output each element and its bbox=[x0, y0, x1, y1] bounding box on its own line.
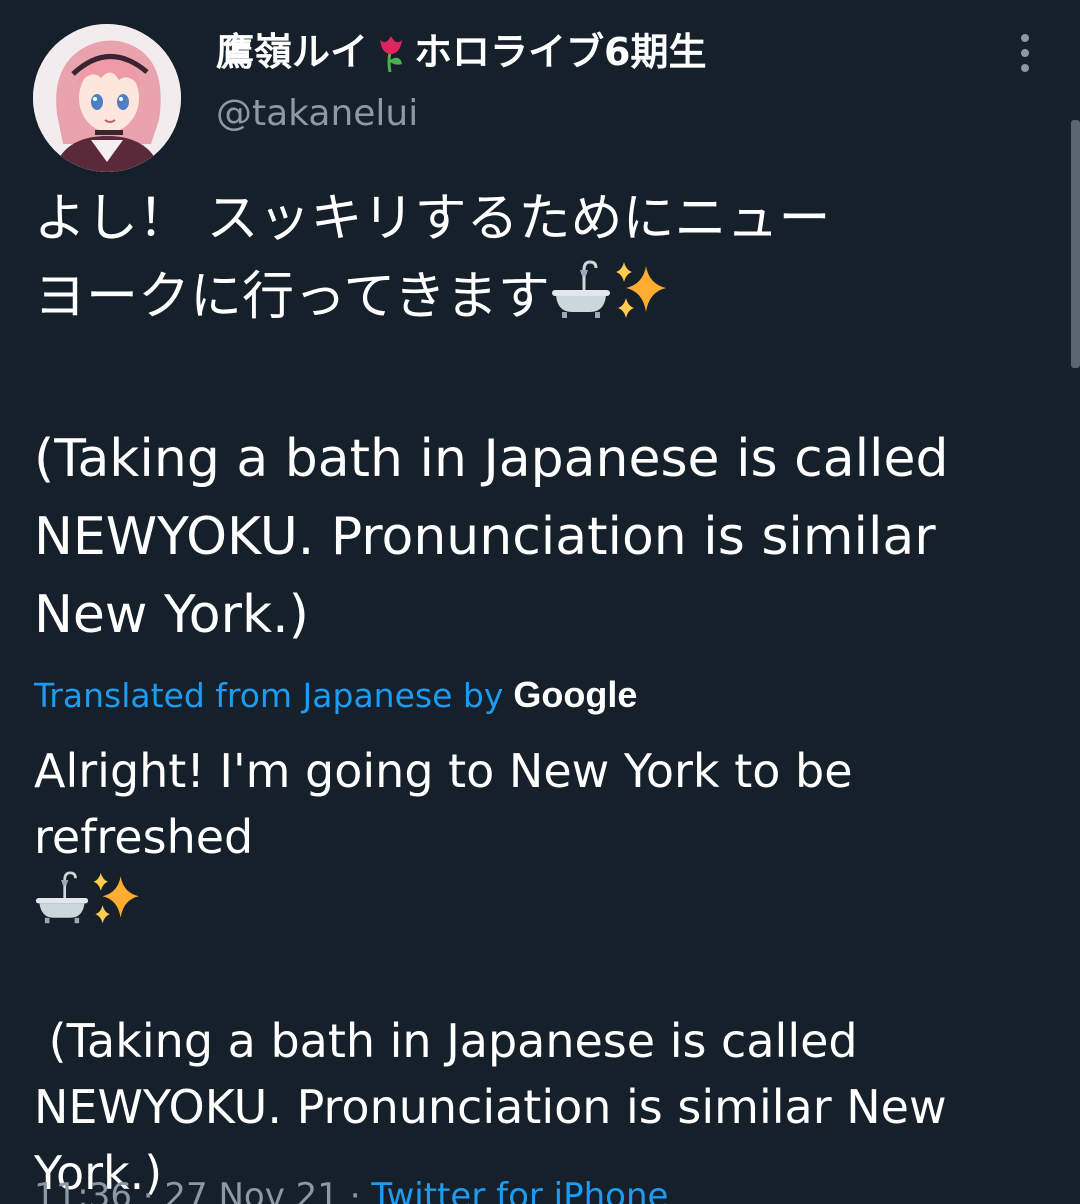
original-line: ヨークに行ってきます bbox=[34, 258, 1044, 342]
display-name-affiliation: ホロライブ6期生 bbox=[414, 30, 707, 74]
tweet-original-text: よし！ スッキリするためにニュー ヨークに行ってきます (Taking a ba… bbox=[34, 180, 1044, 654]
bathtub-icon bbox=[34, 871, 90, 942]
original-line: (Taking a bath in Japanese is called bbox=[34, 429, 949, 489]
tweet-time: 11:36 bbox=[34, 1176, 132, 1204]
meta-separator: · bbox=[131, 1176, 165, 1204]
translated-line: NEWYOKU. Pronunciation is similar New bbox=[34, 1080, 947, 1134]
more-vertical-icon-dot bbox=[1021, 49, 1029, 57]
meta-separator: · bbox=[338, 1176, 372, 1204]
tweet-meta: 11:36 · 27 Nov 21 · Twitter for iPhone bbox=[34, 1172, 668, 1204]
translated-from-link[interactable]: Translated from Japanese by bbox=[34, 669, 503, 723]
sparkles-icon bbox=[612, 260, 672, 342]
original-line: NEWYOKU. Pronunciation is similar bbox=[34, 507, 936, 567]
tweet-date: 27 Nov 21 bbox=[164, 1176, 339, 1204]
more-vertical-icon-dot bbox=[1021, 34, 1029, 42]
tweet-translated-text: Alright! I'm going to New York to be ref… bbox=[34, 738, 1054, 1204]
original-line: よし！ スッキリするためにニュー bbox=[34, 189, 831, 249]
more-options-button[interactable] bbox=[1004, 30, 1046, 76]
sparkles-icon bbox=[90, 871, 144, 942]
more-vertical-icon-dot bbox=[1021, 64, 1029, 72]
scrollbar-thumb[interactable] bbox=[1071, 120, 1080, 368]
translated-line: (Taking a bath in Japanese is called bbox=[34, 1014, 858, 1068]
translation-attribution: Translated from Japanese by Google bbox=[34, 668, 637, 723]
avatar[interactable] bbox=[33, 24, 181, 172]
google-logo: Google bbox=[513, 674, 638, 715]
bathtub-icon bbox=[550, 260, 612, 342]
author-handle[interactable]: @takanelui bbox=[216, 90, 418, 138]
translated-line bbox=[34, 870, 1054, 942]
tweet-detail: 鷹嶺ルイ ホロライブ6期生 @takanelui よし！ スッキリするためにニュ… bbox=[0, 0, 1080, 1204]
original-line: New York.) bbox=[34, 585, 309, 645]
tweet-source-link[interactable]: Twitter for iPhone bbox=[371, 1176, 668, 1204]
translated-line: Alright! I'm going to New York to be ref… bbox=[34, 744, 853, 864]
author-display-name[interactable]: 鷹嶺ルイ ホロライブ6期生 bbox=[216, 26, 706, 78]
display-name-text: 鷹嶺ルイ bbox=[216, 30, 369, 74]
tulip-icon bbox=[374, 32, 408, 72]
